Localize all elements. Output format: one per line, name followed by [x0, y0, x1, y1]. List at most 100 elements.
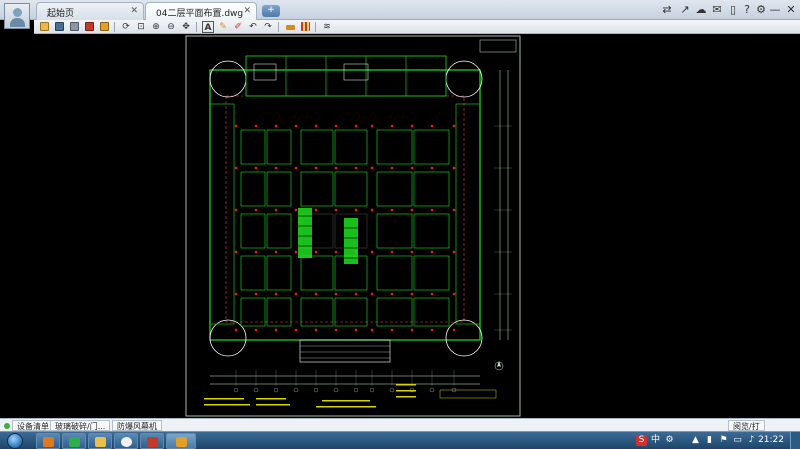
pan-icon[interactable]: ✥ — [180, 21, 192, 33]
settings-icon[interactable]: ⚙ — [754, 3, 768, 17]
structural-column — [234, 166, 238, 170]
structural-column — [334, 124, 338, 128]
corner-tower-sw — [209, 319, 247, 357]
lock-icon[interactable] — [98, 21, 110, 33]
cloud-icon[interactable]: ☁ — [694, 3, 708, 17]
redo-icon[interactable]: ↷ — [262, 21, 274, 33]
close-button[interactable]: ✕ — [784, 3, 798, 17]
area-icon[interactable] — [299, 21, 311, 33]
zoom-window-icon[interactable]: ⊡ — [135, 21, 147, 33]
taskbar-qq[interactable] — [114, 433, 138, 449]
structural-column — [254, 166, 258, 170]
shop-unit — [413, 213, 450, 249]
taskbar-cad-viewer[interactable] — [62, 433, 86, 449]
start-button[interactable] — [4, 432, 26, 449]
zoom-in-icon[interactable]: ⊕ — [150, 21, 162, 33]
axis-bubble — [389, 387, 395, 393]
floor-plan-drawing[interactable] — [0, 34, 800, 418]
axis-bubble — [353, 387, 359, 393]
shop-unit — [300, 171, 334, 207]
shop-unit — [413, 255, 450, 291]
east-rooms — [455, 103, 481, 325]
layer-icon[interactable]: ≋ — [321, 21, 333, 33]
structural-column — [370, 328, 374, 332]
structural-column — [334, 328, 338, 332]
share-icon[interactable]: ↗ — [678, 3, 692, 17]
show-desktop-button[interactable] — [790, 432, 800, 449]
export-pdf-icon[interactable] — [83, 21, 95, 33]
status-item-equipment-list[interactable]: 设备清单 — [12, 420, 54, 431]
taskbar-file-manager[interactable] — [140, 433, 164, 449]
structural-column — [254, 250, 258, 254]
axis-bubble — [313, 387, 319, 393]
ime-icon[interactable]: S — [636, 435, 647, 446]
taskbar-folder[interactable] — [88, 433, 112, 449]
markup-icon[interactable]: ✐ — [232, 21, 244, 33]
flag-icon[interactable]: ⚑ — [718, 435, 729, 446]
structural-column — [314, 250, 318, 254]
pen-icon[interactable]: ✎ — [217, 21, 229, 33]
structural-column — [274, 328, 278, 332]
close-tab-icon[interactable]: ✕ — [243, 6, 251, 16]
network-icon[interactable]: ▮ — [704, 435, 715, 446]
shop-unit — [376, 171, 413, 207]
toolbar-divider — [278, 22, 279, 32]
structural-column — [410, 124, 414, 128]
status-item-glass-break[interactable]: 玻璃破碎/门... — [50, 420, 111, 431]
escalator-east — [344, 218, 358, 264]
open-icon[interactable] — [38, 21, 50, 33]
undo-icon[interactable]: ↶ — [247, 21, 259, 33]
shop-unit — [266, 213, 292, 249]
structural-column — [314, 166, 318, 170]
structural-column — [354, 208, 358, 212]
tab-start-page[interactable]: 起始页 ✕ — [36, 2, 144, 20]
structural-column — [370, 208, 374, 212]
ime-mode-indicator[interactable]: 中 — [650, 435, 661, 446]
structural-column — [234, 124, 238, 128]
shop-unit — [266, 129, 292, 165]
tab-label: 04二层平面布置.dwg — [156, 9, 244, 19]
tray-settings-icon[interactable]: ⚙ — [664, 435, 675, 446]
text-icon[interactable]: A — [202, 21, 214, 33]
axis-bubble — [253, 387, 259, 393]
chat-icon[interactable]: ✉ — [710, 3, 724, 17]
structural-column — [390, 208, 394, 212]
taskbar-browser[interactable] — [36, 433, 60, 449]
user-switch-icon[interactable]: ⇄ — [660, 3, 674, 17]
tab-drawing-file[interactable]: 04二层平面布置.dwg ✕ — [145, 2, 257, 20]
tray-expand-icon[interactable]: ▲ — [690, 435, 701, 446]
escalator-west — [298, 208, 312, 258]
zoom-out-icon[interactable]: ⊖ — [165, 21, 177, 33]
clock[interactable]: 21:22 — [758, 435, 784, 445]
shop-unit — [266, 171, 292, 207]
new-tab-button[interactable]: + — [262, 5, 280, 17]
taskbar-dwg-viewer[interactable] — [166, 433, 196, 449]
structural-column — [294, 166, 298, 170]
save-icon[interactable] — [53, 21, 65, 33]
status-view-print[interactable]: 阅览/打 — [728, 420, 765, 431]
structural-column — [314, 208, 318, 212]
structural-column — [410, 292, 414, 296]
measure-icon[interactable] — [284, 21, 296, 33]
title-block — [479, 39, 517, 53]
battery-icon[interactable]: ▭ — [732, 435, 743, 446]
minimize-button[interactable]: — — [768, 3, 782, 17]
structural-column — [452, 166, 456, 170]
structural-column — [452, 124, 456, 128]
structural-column — [410, 208, 414, 212]
print-icon[interactable] — [68, 21, 80, 33]
taskbar: S 中 ⚙ ▲ ▮ ⚑ ▭ ♪ 21:22 — [0, 431, 800, 449]
browser-icon — [43, 437, 54, 447]
shop-unit — [334, 129, 368, 165]
toolbar-divider — [114, 22, 115, 32]
volume-icon[interactable]: ♪ — [746, 435, 757, 446]
status-item-air-curtain[interactable]: 防爆风幕机 — [112, 420, 162, 431]
close-tab-icon[interactable]: ✕ — [130, 6, 138, 16]
structural-column — [294, 292, 298, 296]
avatar[interactable] — [4, 3, 30, 29]
rotate-icon[interactable]: ⟳ — [120, 21, 132, 33]
axis-bubble — [369, 387, 375, 393]
drawing-canvas[interactable] — [0, 34, 800, 418]
phone-icon[interactable]: ▯ — [726, 3, 740, 17]
help-icon[interactable]: ? — [740, 3, 754, 17]
